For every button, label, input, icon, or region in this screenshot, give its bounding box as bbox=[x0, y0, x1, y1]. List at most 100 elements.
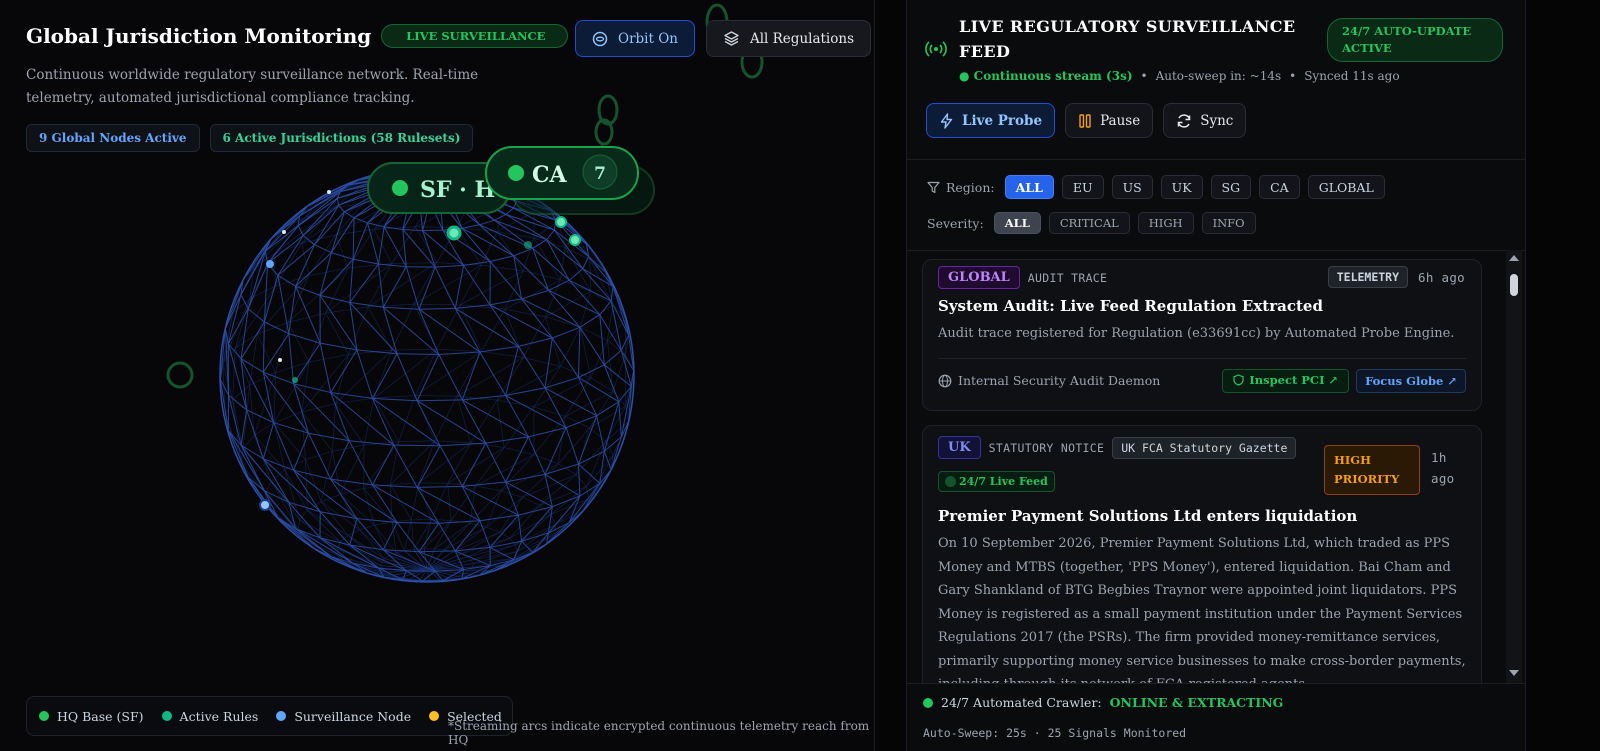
severity-chip-all[interactable]: ALL bbox=[993, 212, 1041, 234]
wireframe-edge bbox=[240, 444, 265, 491]
wireframe-edge bbox=[378, 226, 385, 265]
wireframe-edge bbox=[344, 561, 355, 569]
region-chip-global[interactable]: GLOBAL bbox=[1307, 175, 1385, 199]
wireframe-edge bbox=[264, 490, 297, 530]
wireframe-edge bbox=[356, 349, 373, 399]
wireframe-edge bbox=[586, 486, 589, 499]
active-rule-node[interactable] bbox=[569, 234, 581, 246]
wireframe-edge bbox=[486, 176, 502, 188]
feed-card[interactable]: GLOBAL AUDIT TRACE TELEMETRY 6h ago Syst… bbox=[922, 259, 1482, 411]
live-probe-button[interactable]: Live Probe bbox=[926, 103, 1056, 138]
wireframe-edge bbox=[444, 170, 454, 173]
inspect-pci-button[interactable]: Inspect PCI ↗ bbox=[1222, 369, 1350, 393]
wireframe-edge bbox=[349, 544, 379, 569]
region-chip-uk[interactable]: UK bbox=[1160, 175, 1203, 199]
wireframe-edge bbox=[347, 535, 385, 559]
region-chip-all[interactable]: ALL bbox=[1004, 175, 1054, 199]
wireframe-edge bbox=[325, 312, 349, 355]
wireframe-edge bbox=[413, 304, 438, 350]
scroll-thumb[interactable] bbox=[1510, 274, 1518, 296]
wireframe-edge bbox=[352, 217, 355, 260]
wireframe-edge bbox=[287, 322, 310, 363]
severity-chip-info[interactable]: INFO bbox=[1201, 212, 1256, 234]
jurisdiction-label-ca[interactable]: CA 7 bbox=[485, 146, 639, 200]
wireframe-edge bbox=[222, 363, 226, 415]
wireframe-edge bbox=[422, 201, 431, 231]
wireframe-edge bbox=[293, 433, 309, 471]
wireframe-edge bbox=[509, 187, 540, 202]
wireframe-edge bbox=[319, 258, 354, 296]
severity-chip-critical[interactable]: CRITICAL bbox=[1048, 212, 1130, 234]
wireframe-edge bbox=[308, 267, 349, 276]
wireframe-edge bbox=[284, 459, 306, 471]
surveillance-node[interactable] bbox=[259, 499, 271, 511]
card-title[interactable]: Premier Payment Solutions Ltd enters liq… bbox=[938, 507, 1357, 525]
region-chip-us[interactable]: US bbox=[1111, 175, 1153, 199]
wireframe-edge bbox=[305, 459, 308, 511]
refresh-icon bbox=[1177, 113, 1191, 128]
wireframe-edge bbox=[395, 173, 428, 181]
legend-hq: HQ Base (SF) bbox=[39, 709, 144, 724]
wireframe-edge bbox=[395, 173, 428, 181]
wireframe-edge bbox=[314, 548, 355, 569]
wireframe-edge bbox=[505, 481, 519, 516]
wireframe-edge bbox=[461, 399, 487, 444]
wireframe-edge bbox=[363, 169, 412, 185]
globe-view[interactable]: SF · H US CA 7 bbox=[0, 0, 874, 751]
orbit-toggle-button[interactable]: Orbit On bbox=[575, 20, 695, 57]
wireframe-edge bbox=[434, 197, 471, 201]
wireframe-edge bbox=[546, 229, 555, 240]
synced-time: Synced 11s ago bbox=[1304, 69, 1400, 83]
feed-list[interactable]: GLOBAL AUDIT TRACE TELEMETRY 6h ago Syst… bbox=[907, 250, 1525, 683]
active-rule-node[interactable] bbox=[446, 225, 462, 241]
focus-globe-button[interactable]: Focus Globe ↗ bbox=[1356, 369, 1466, 393]
wireframe-edge bbox=[410, 482, 420, 520]
wireframe-edge bbox=[330, 211, 345, 253]
wireframe-edge bbox=[578, 463, 601, 484]
region-filter-row: Region: ALL EU US UK SG CA GLOBAL bbox=[927, 175, 1385, 199]
region-chip-eu[interactable]: EU bbox=[1061, 175, 1104, 199]
wireframe-edge bbox=[382, 549, 407, 572]
all-regulations-button[interactable]: All Regulations bbox=[705, 20, 871, 57]
region-chip-ca[interactable]: CA bbox=[1259, 175, 1300, 199]
region-chip-sg[interactable]: SG bbox=[1210, 175, 1252, 199]
status-dot-icon bbox=[923, 697, 933, 708]
active-rule-node[interactable] bbox=[292, 377, 298, 383]
active-rule-node[interactable] bbox=[555, 216, 567, 228]
scroll-up-icon[interactable] bbox=[1506, 252, 1522, 264]
wireframe-edge bbox=[546, 522, 570, 545]
wireframe-edge bbox=[532, 239, 547, 249]
wireframe-edge bbox=[409, 199, 420, 202]
wireframe-edge bbox=[356, 518, 398, 523]
card-time: 1h ago bbox=[1431, 450, 1455, 486]
wireframe-edge bbox=[340, 179, 385, 192]
wireframe-edge bbox=[460, 304, 505, 310]
wireframe-edge bbox=[504, 279, 561, 310]
wireframe-edge bbox=[395, 552, 428, 570]
wireframe-edge bbox=[381, 179, 385, 184]
wireframe-edge bbox=[596, 401, 620, 417]
wireframe-edge bbox=[293, 383, 350, 442]
severity-chip-high[interactable]: HIGH bbox=[1137, 212, 1194, 234]
feed-card[interactable]: UK STATUTORY NOTICE UK FCA Statutory Gaz… bbox=[922, 425, 1482, 683]
hq-label-sf[interactable]: SF · H bbox=[367, 162, 511, 214]
feed-scrollbar[interactable] bbox=[1506, 250, 1522, 683]
wireframe-edge bbox=[219, 328, 226, 380]
wireframe-edge bbox=[398, 395, 416, 442]
jurisdiction-label-us[interactable]: US bbox=[511, 165, 655, 215]
wireframe-edge bbox=[444, 522, 471, 551]
node-dot bbox=[327, 190, 331, 194]
wireframe-edge bbox=[575, 474, 587, 487]
wireframe-edge bbox=[426, 556, 468, 570]
wireframe-edge bbox=[436, 304, 461, 350]
wireframe-edge bbox=[544, 474, 553, 507]
wireframe-edge bbox=[284, 216, 306, 228]
wireframe-edge bbox=[625, 370, 634, 407]
wireframe-edge bbox=[338, 555, 345, 563]
scroll-down-icon[interactable] bbox=[1506, 667, 1522, 679]
pause-button[interactable]: Pause bbox=[1065, 103, 1154, 138]
wireframe-edge bbox=[242, 266, 255, 281]
surveillance-node[interactable] bbox=[266, 260, 274, 268]
sync-button[interactable]: Sync bbox=[1163, 103, 1247, 138]
card-title[interactable]: System Audit: Live Feed Regulation Extra… bbox=[938, 297, 1323, 315]
